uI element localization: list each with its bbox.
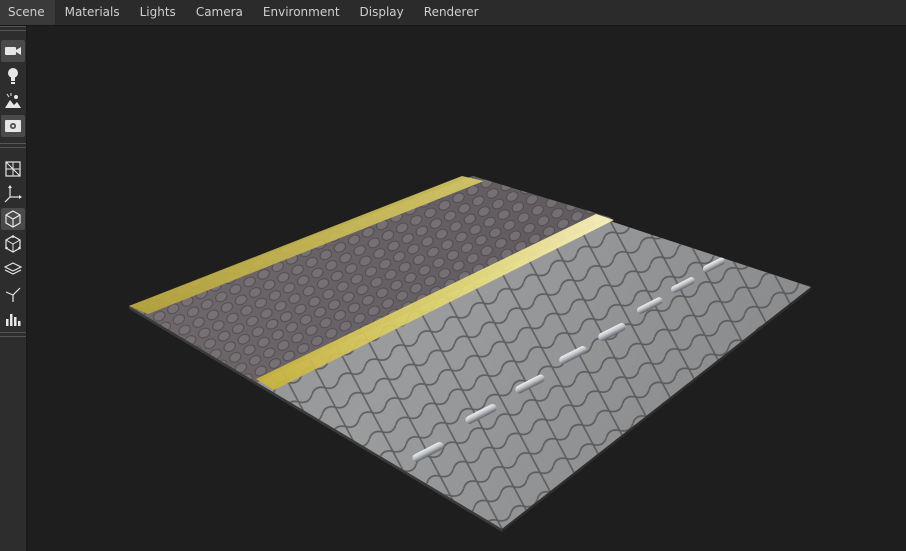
menu-environment[interactable]: Environment	[253, 0, 350, 25]
ground-plane-tool-button[interactable]	[1, 258, 25, 280]
menu-bar: Scene Materials Lights Camera Environmen…	[0, 0, 906, 26]
axis-tool-button[interactable]	[1, 183, 25, 205]
toolbar-separator	[0, 143, 26, 148]
render-settings-icon	[5, 120, 21, 132]
solid-cube-icon	[5, 210, 21, 228]
left-toolbar	[0, 26, 27, 551]
app-window: Scene Materials Lights Camera Environmen…	[0, 0, 906, 551]
menu-materials[interactable]: Materials	[55, 0, 130, 25]
light-bulb-icon	[8, 68, 18, 84]
paving-render	[129, 176, 811, 532]
histogram-icon	[6, 314, 21, 326]
wireframe-tool-button[interactable]	[1, 158, 25, 180]
menu-display[interactable]: Display	[350, 0, 414, 25]
menu-renderer[interactable]: Renderer	[414, 0, 489, 25]
camera-tool-button[interactable]	[1, 40, 25, 62]
menu-lights[interactable]: Lights	[130, 0, 186, 25]
environment-image-icon	[5, 93, 21, 108]
menu-scene[interactable]: Scene	[0, 0, 55, 25]
axis-gizmo-icon	[4, 185, 22, 203]
3d-viewport[interactable]	[27, 26, 906, 551]
camera-icon	[5, 47, 21, 55]
wireframe-icon	[5, 161, 21, 177]
ground-plane-icon	[4, 262, 22, 275]
lights-tool-button[interactable]	[1, 65, 25, 87]
histogram-tool-button[interactable]	[1, 308, 25, 330]
environment-tool-button[interactable]	[1, 90, 25, 112]
toolbar-separator	[0, 332, 26, 337]
solid-view-tool-button[interactable]	[1, 208, 25, 230]
light-direction-tool-button[interactable]	[1, 283, 25, 305]
toolbar-separator	[0, 26, 26, 31]
light-direction-icon	[5, 287, 21, 302]
bounding-box-icon	[5, 235, 21, 253]
menu-camera[interactable]: Camera	[186, 0, 253, 25]
bounding-box-tool-button[interactable]	[1, 233, 25, 255]
render-settings-tool-button[interactable]	[1, 115, 25, 137]
